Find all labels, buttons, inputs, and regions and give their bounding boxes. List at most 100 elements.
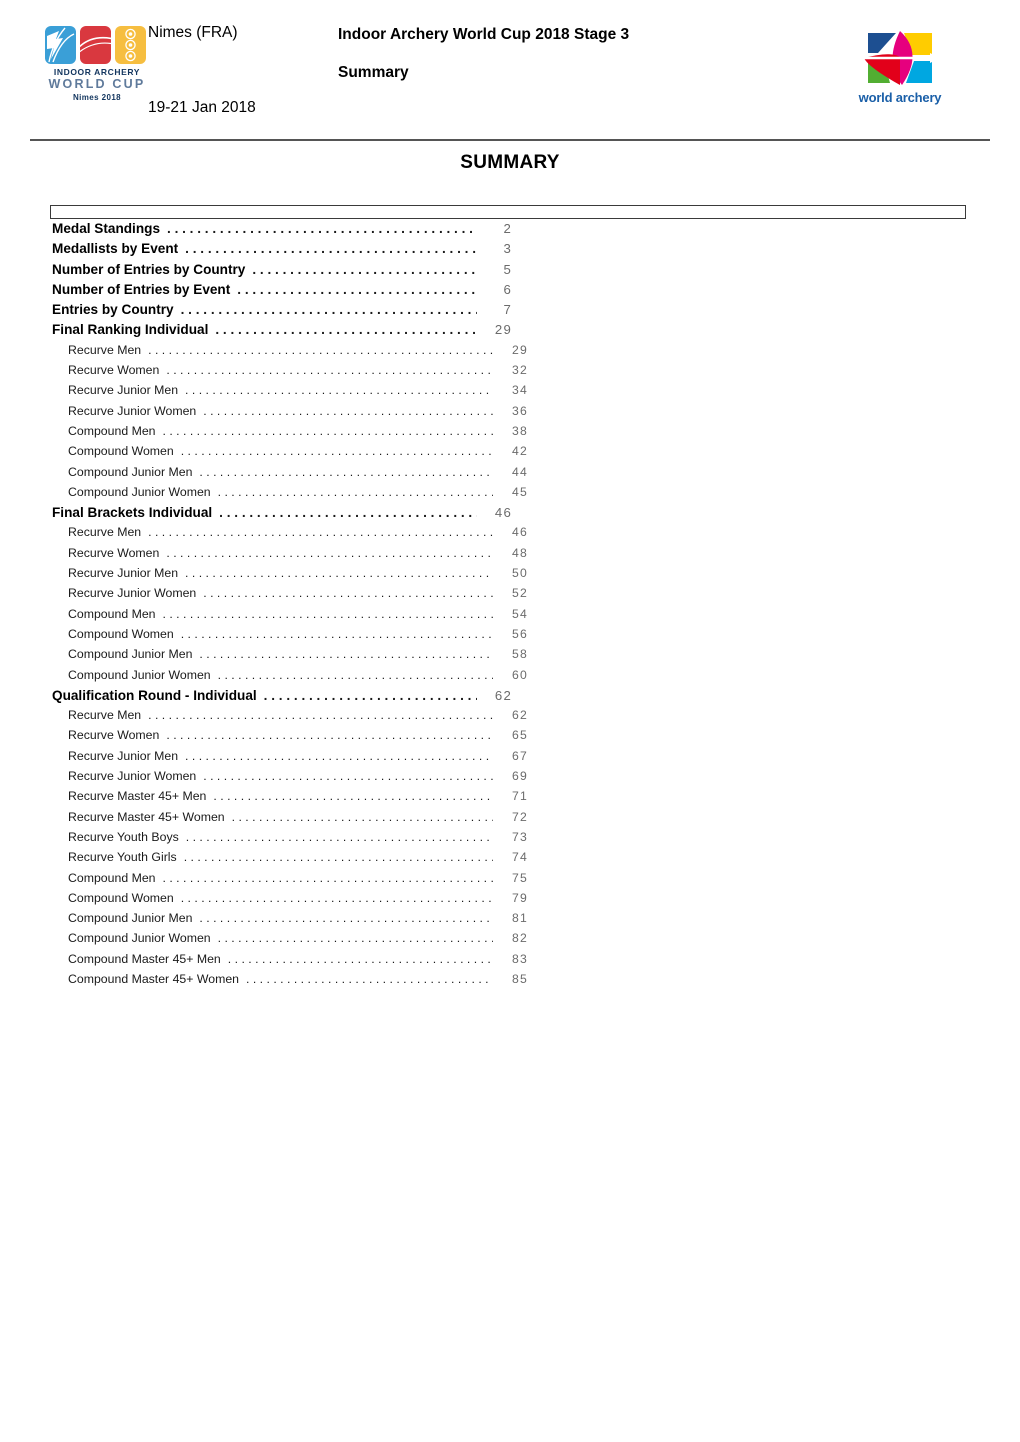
toc-dot-leader [148, 343, 493, 355]
toc-dot-leader [167, 221, 477, 235]
toc-entry[interactable]: Compound Men 38 [52, 424, 528, 444]
toc-entry[interactable]: Recurve Junior Men 67 [52, 749, 528, 769]
toc-entry-page-number: 44 [512, 464, 528, 479]
toc-entry[interactable]: Compound Junior Men 81 [52, 911, 528, 931]
toc-entry[interactable]: Recurve Junior Women 36 [52, 404, 528, 424]
toc-entry-label: Compound Women [68, 626, 174, 641]
toc-entry-label: Recurve Master 45+ Women [68, 809, 225, 824]
toc-entry-label: Recurve Women [68, 728, 160, 743]
toc-dot-leader [148, 708, 493, 720]
toc-dot-leader [246, 972, 493, 984]
toc-entry-page-number: 60 [512, 667, 528, 682]
document-header: INDOOR ARCHERY WORLD CUP Nimes 2018 Nime… [0, 0, 1020, 141]
toc-entry[interactable]: Recurve Men 62 [52, 708, 528, 728]
toc-entry[interactable]: Recurve Women 65 [52, 728, 528, 748]
toc-entry[interactable]: Number of Entries by Event 6 [52, 282, 512, 302]
toc-entry-label: Number of Entries by Event [52, 281, 231, 297]
toc-dot-leader [252, 262, 477, 276]
toc-entry[interactable]: Compound Women 42 [52, 444, 528, 464]
document-title: Indoor Archery World Cup 2018 Stage 3 [338, 26, 630, 43]
toc-entry[interactable]: Compound Junior Men 58 [52, 647, 528, 667]
toc-entry[interactable]: Compound Master 45+ Men 83 [52, 952, 528, 972]
toc-entry-page-number: 82 [512, 931, 528, 946]
event-logo-line-1: INDOOR ARCHERY [53, 67, 141, 77]
toc-dot-leader [199, 911, 493, 923]
toc-entry[interactable]: Compound Women 56 [52, 627, 528, 647]
toc-entry-page-number: 45 [512, 484, 528, 499]
toc-entry-page-number: 32 [512, 363, 528, 378]
event-logo-line-2: WORLD CUP [48, 77, 146, 92]
toc-entry-label: Compound Women [68, 444, 174, 459]
toc-dot-leader [237, 282, 477, 296]
toc-entry[interactable]: Number of Entries by Country 5 [52, 262, 512, 282]
toc-dot-leader [199, 465, 493, 477]
toc-entry-page-number: 50 [512, 566, 528, 581]
toc-entry-page-number: 67 [512, 748, 528, 763]
toc-header-box [50, 205, 966, 219]
toc-entry-page-number: 38 [512, 423, 528, 438]
toc-dot-leader [148, 525, 493, 537]
toc-entry[interactable]: Compound Junior Women 82 [52, 931, 528, 951]
toc-entry-label: Recurve Junior Women [68, 403, 197, 418]
toc-entry[interactable]: Recurve Women 48 [52, 546, 528, 566]
toc-entry[interactable]: Recurve Master 45+ Women 72 [52, 810, 528, 830]
toc-entry-label: Compound Junior Women [68, 667, 211, 682]
toc-entry[interactable]: Compound Men 54 [52, 607, 528, 627]
toc-entry-label: Compound Men [68, 423, 156, 438]
toc-entry[interactable]: Recurve Youth Boys 73 [52, 830, 528, 850]
toc-dot-leader [166, 728, 493, 740]
toc-entry-label: Recurve Youth Girls [68, 850, 177, 865]
toc-entry-label: Recurve Junior Women [68, 769, 197, 784]
toc-entry-label: Compound Junior Men [68, 464, 193, 479]
page-title: SUMMARY [460, 152, 560, 173]
toc-entry[interactable]: Recurve Men 46 [52, 525, 528, 545]
toc-entry[interactable]: Compound Master 45+ Women 85 [52, 972, 528, 992]
toc-entry-label: Compound Master 45+ Women [68, 971, 239, 986]
toc-entry[interactable]: Recurve Junior Women 52 [52, 586, 528, 606]
toc-entry[interactable]: Qualification Round - Individual 62 [52, 688, 512, 708]
toc-entry-label: Recurve Junior Men [68, 748, 179, 763]
toc-dot-leader [264, 688, 477, 702]
toc-entry[interactable]: Recurve Junior Men 50 [52, 566, 528, 586]
toc-entry[interactable]: Recurve Youth Girls 74 [52, 850, 528, 870]
toc-entry-page-number: 42 [512, 444, 528, 459]
toc-entry[interactable]: Compound Junior Women 45 [52, 485, 528, 505]
toc-entry-label: Compound Junior Men [68, 911, 193, 926]
toc-entry-label: Entries by Country [52, 302, 174, 318]
toc-entry-label: Compound Men [68, 870, 156, 885]
toc-entry[interactable]: Compound Women 79 [52, 891, 528, 911]
toc-entry[interactable]: Recurve Master 45+ Men 71 [52, 789, 528, 809]
toc-entry-label: Recurve Master 45+ Men [68, 789, 207, 804]
toc-entry-page-number: 62 [494, 687, 512, 703]
toc-entry[interactable]: Entries by Country 7 [52, 302, 512, 322]
toc-entry[interactable]: Compound Junior Men 44 [52, 465, 528, 485]
toc-entry[interactable]: Medallists by Event 3 [52, 241, 512, 261]
toc-entry[interactable]: Final Brackets Individual 46 [52, 505, 512, 525]
logo-tile-blue [45, 26, 76, 64]
toc-entry-page-number: 54 [512, 606, 528, 621]
toc-dot-leader [184, 850, 493, 862]
toc-entry-label: Compound Men [68, 606, 156, 621]
toc-entry[interactable]: Recurve Men 29 [52, 343, 528, 363]
toc-entry-label: Medal Standings [52, 221, 161, 236]
toc-entry[interactable]: Final Ranking Individual 29 [52, 322, 512, 342]
toc-entry[interactable]: Recurve Junior Men 34 [52, 383, 528, 403]
toc-dot-leader [185, 566, 493, 578]
toc-entry-label: Compound Junior Women [68, 931, 211, 946]
toc-entry[interactable]: Recurve Junior Women 69 [52, 769, 528, 789]
toc-entry[interactable]: Compound Junior Women 60 [52, 668, 528, 688]
toc-entry-label: Recurve Men [68, 708, 142, 723]
toc-entry[interactable]: Recurve Women 32 [52, 363, 528, 383]
toc-entry-page-number: 72 [512, 809, 528, 824]
toc-entry[interactable]: Medal Standings 2 [52, 221, 512, 241]
toc-entry-page-number: 46 [512, 525, 528, 540]
toc-entry-page-number: 62 [512, 708, 528, 723]
toc-entry-page-number: 34 [512, 383, 528, 398]
toc-entry[interactable]: Compound Men 75 [52, 871, 528, 891]
toc-entry-label: Number of Entries by Country [52, 261, 246, 277]
toc-dot-leader [163, 871, 494, 883]
event-dates: 19-21 Jan 2018 [148, 99, 256, 116]
toc-entry-page-number: 75 [512, 870, 528, 885]
toc-entry-page-number: 73 [512, 829, 528, 844]
toc-entry-page-number: 48 [512, 545, 528, 560]
